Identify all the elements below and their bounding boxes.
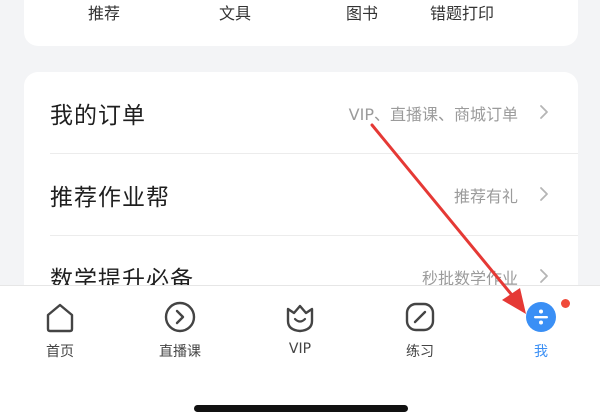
menu-list: 我的订单 VIP、直播课、商城订单 推荐作业帮 推荐有礼 数学提升必备 秒批数学… [24, 72, 578, 312]
tab-label: 直播课 [159, 344, 201, 360]
play-circle-icon [164, 301, 196, 333]
chevron-right-icon [540, 269, 548, 283]
menu-item-title: 推荐作业帮 [50, 185, 170, 211]
tab-label: VIP [288, 341, 312, 357]
home-icon [46, 303, 74, 333]
menu-item-hint: VIP、直播课、商城订单 [348, 105, 518, 124]
tab-label: 练习 [406, 344, 434, 360]
tab-label: 首页 [46, 344, 74, 360]
tab-label: 我 [534, 344, 548, 360]
chevron-right-icon [540, 105, 548, 119]
profile-icon [526, 302, 556, 332]
tab-vip[interactable]: VIP [255, 300, 345, 360]
tab-home[interactable]: 首页 [15, 300, 105, 360]
tab-live-course[interactable]: 直播课 [135, 300, 225, 360]
notification-dot [561, 299, 570, 308]
vip-crown-icon [286, 304, 314, 333]
home-indicator[interactable] [194, 405, 408, 412]
category-recommend[interactable]: 推荐 [88, 0, 120, 24]
category-books[interactable]: 图书 [346, 0, 378, 24]
tab-me[interactable]: 我 [496, 300, 586, 360]
menu-item-my-orders[interactable]: 我的订单 VIP、直播课、商城订单 [24, 72, 578, 153]
category-stationery[interactable]: 文具 [219, 0, 251, 24]
menu-item-hint: 推荐有礼 [453, 187, 518, 206]
pencil-icon [405, 302, 435, 332]
category-wrong-question-print[interactable]: 错题打印 [430, 0, 494, 24]
menu-item-recommend-app[interactable]: 推荐作业帮 推荐有礼 [24, 154, 578, 235]
bottom-tab-bar: 首页 直播课 VIP 练习 我 [0, 285, 600, 420]
menu-item-title: 我的订单 [50, 103, 146, 129]
tab-practice[interactable]: 练习 [375, 300, 465, 360]
chevron-right-icon [540, 187, 548, 201]
shop-category-card: 推荐 文具 图书 错题打印 [24, 0, 578, 46]
